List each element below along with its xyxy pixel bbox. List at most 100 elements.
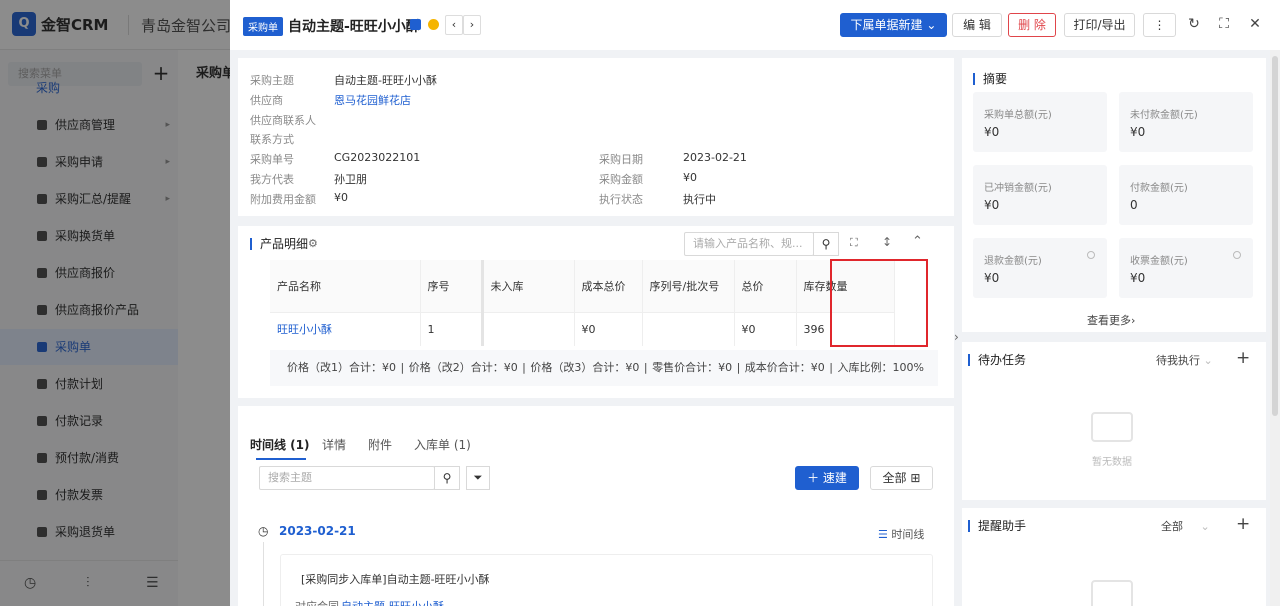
subject-label: 采购主题 [250, 74, 294, 87]
subject-value: 自动主题-旺旺小小酥 [334, 74, 437, 87]
timeline-entry-text: [采购同步入库单]自动主题-旺旺小小酥 [301, 573, 490, 586]
clock-icon: ◷ [258, 524, 269, 538]
chevron-down-icon: ⌄ [926, 18, 937, 32]
product-detail-card: 产品明细 ⚙ 请输入产品名称、规... ⚲ ⛶ ↕ ⌃ 产品名称 序号 未入库 成本总… [238, 226, 954, 398]
summary-stat-card: 收票金额(元) ¥0 [1119, 238, 1253, 298]
reminder-filter-select[interactable]: 全部 ⌄ [1161, 518, 1210, 534]
tasks-filter-select[interactable]: 待我执行 ⌄ [1156, 352, 1213, 368]
refresh-icon[interactable]: ↻ [1186, 16, 1202, 32]
reminder-title: 提醒助手 [968, 520, 1026, 532]
tasks-title: 待办任务 [968, 354, 1026, 366]
fullscreen-icon[interactable]: ⛶ [1216, 16, 1232, 32]
product-search-input[interactable]: 请输入产品名称、规... [684, 232, 814, 256]
tab-inbound[interactable]: 入库单 (1) [414, 436, 471, 453]
product-section-title: 产品明细 [250, 238, 308, 250]
more-button[interactable]: ⋮ [1143, 13, 1176, 37]
table-row: 旺旺小小酥 1 ¥0 ¥0 396 [270, 312, 895, 346]
stat-label: 采购单总额(元) [984, 110, 1052, 121]
edit-title-icon[interactable] [410, 19, 421, 30]
cell-cost-total: ¥0 [574, 312, 643, 346]
basic-info-card: 采购主题 自动主题-旺旺小小酥 供应商 恩马花园鲜花店 供应商联系人 联系方式 … [238, 58, 954, 216]
timeline-view-toggle[interactable]: ☰ 时间线 [878, 526, 924, 542]
cell-seq: 1 [420, 312, 484, 346]
cell-not-in [482, 312, 575, 346]
status-value: 执行中 [683, 193, 716, 206]
cell-name[interactable]: 旺旺小小酥 [270, 312, 421, 346]
tab-details[interactable]: 详情 [322, 436, 346, 453]
date-label: 采购日期 [599, 153, 643, 166]
delete-button[interactable]: 删 除 [1008, 13, 1056, 37]
stat-value: ¥0 [984, 198, 1000, 212]
summary-stat-card: 退款金额(元) ¥0 [973, 238, 1107, 298]
next-record-button[interactable]: › [463, 15, 481, 35]
empty-box-icon [1091, 412, 1133, 442]
column-header[interactable]: 总价 [734, 260, 797, 313]
record-title: 自动主题-旺旺小小酥 [288, 19, 420, 35]
expand-right-icon[interactable]: › [954, 330, 962, 350]
stat-label: 已冲销金额(元) [984, 183, 1052, 194]
stat-label: 退款金额(元) [984, 256, 1042, 267]
tasks-card: 待办任务 待我执行 ⌄ + 暂无数据 [962, 342, 1266, 500]
stat-label: 收票金额(元) [1130, 256, 1188, 267]
column-header[interactable]: 序号 [420, 260, 484, 313]
column-header[interactable]: 产品名称 [270, 260, 421, 313]
timeline-entry-link[interactable]: 自动主题-旺旺小小酥 [341, 598, 444, 606]
rep-label: 我方代表 [250, 173, 294, 186]
empty-box-icon [1091, 580, 1133, 606]
column-header[interactable]: 序列号/批次号 [642, 260, 735, 313]
stat-value: ¥0 [984, 271, 1000, 285]
detail-drawer: 采购单 自动主题-旺旺小小酥 ‹ › 下属单据新建 ⌄ 编 辑 删 除 打印/导… [230, 0, 1280, 606]
supplier-contact-label: 供应商联系人 [250, 114, 316, 127]
clock-icon [1233, 251, 1241, 259]
timeline-entry-sub-label: 对应合同 [295, 598, 339, 606]
empty-text: 暂无数据 [1092, 457, 1132, 468]
order-no-value: CG2023022101 [334, 151, 421, 164]
timeline-card: 时间线 (1) 详情 附件 入库单 (1) 搜索主题 ⚲ ⏷ ＋ 速建 全部 ⊞… [238, 406, 954, 606]
summary-title: 摘要 [973, 73, 1007, 85]
tab-timeline[interactable]: 时间线 (1) [250, 436, 310, 453]
all-filter-button[interactable]: 全部 ⊞ [870, 466, 933, 490]
add-reminder-icon[interactable]: + [1236, 514, 1250, 534]
collapse-up-icon[interactable]: ⌃ [912, 234, 923, 249]
print-export-button[interactable]: 打印/导出 [1064, 13, 1135, 37]
clock-icon [1087, 251, 1095, 259]
summary-stat-card: 已冲销金额(元) ¥0 [973, 165, 1107, 225]
stat-label: 未付款金额(元) [1130, 110, 1198, 121]
reminder-card: 提醒助手 全部 ⌄ + [962, 508, 1266, 606]
timeline-line [263, 542, 264, 606]
sort-icon[interactable]: ↕ [882, 235, 892, 249]
scrollbar-thumb[interactable] [1272, 56, 1278, 416]
summary-stat-card: 付款金额(元) 0 [1119, 165, 1253, 225]
summary-stat-card: 未付款金额(元) ¥0 [1119, 92, 1253, 152]
stat-value: ¥0 [1130, 125, 1146, 139]
star-icon[interactable] [428, 19, 439, 30]
stat-label: 付款金额(元) [1130, 183, 1188, 194]
filter-icon[interactable]: ⏷ [466, 466, 490, 490]
timeline-entry[interactable]: [采购同步入库单]自动主题-旺旺小小酥 对应合同 自动主题-旺旺小小酥 [280, 554, 933, 606]
stat-value: 0 [1130, 198, 1138, 212]
tab-attachments[interactable]: 附件 [368, 436, 392, 453]
column-header[interactable]: 成本总价 [574, 260, 643, 313]
summary-card: 摘要 采购单总额(元) ¥0 未付款金额(元) ¥0 已冲销金额(元) ¥0 付款金额(元)… [962, 58, 1266, 332]
product-table: 产品名称 序号 未入库 成本总价 序列号/批次号 总价 库存数量 旺旺小小酥 1 ¥0 ¥0 396 [270, 260, 895, 346]
edit-button[interactable]: 编 辑 [952, 13, 1002, 37]
expand-icon[interactable]: ⛶ [850, 236, 858, 250]
rep-value: 孙卫朋 [334, 173, 367, 186]
see-more-link[interactable]: 查看更多› [1087, 312, 1135, 328]
settings-icon[interactable]: ⚙ [308, 237, 318, 250]
column-header[interactable]: 未入库 [482, 260, 575, 313]
quick-create-button[interactable]: ＋ 速建 [795, 466, 859, 490]
timeline-search-input[interactable]: 搜索主题 [259, 466, 435, 490]
timeline-date: 2023-02-21 [279, 524, 356, 538]
extra-fee-value: ¥0 [334, 191, 348, 204]
prev-record-button[interactable]: ‹ [445, 15, 463, 35]
status-label: 执行状态 [599, 193, 643, 206]
new-sub-document-button[interactable]: 下属单据新建 ⌄ [840, 13, 947, 37]
supplier-link[interactable]: 恩马花园鲜花店 [334, 92, 411, 108]
product-summary-row: 价格（改1）合计：¥0 | 价格（改2）合计：¥0 | 价格（改3）合计：¥0 … [270, 350, 938, 386]
extra-fee-label: 附加费用金额 [250, 193, 316, 206]
search-icon[interactable]: ⚲ [813, 232, 839, 256]
search-icon[interactable]: ⚲ [434, 466, 460, 490]
close-icon[interactable]: ✕ [1247, 16, 1263, 32]
add-task-icon[interactable]: + [1236, 348, 1250, 368]
